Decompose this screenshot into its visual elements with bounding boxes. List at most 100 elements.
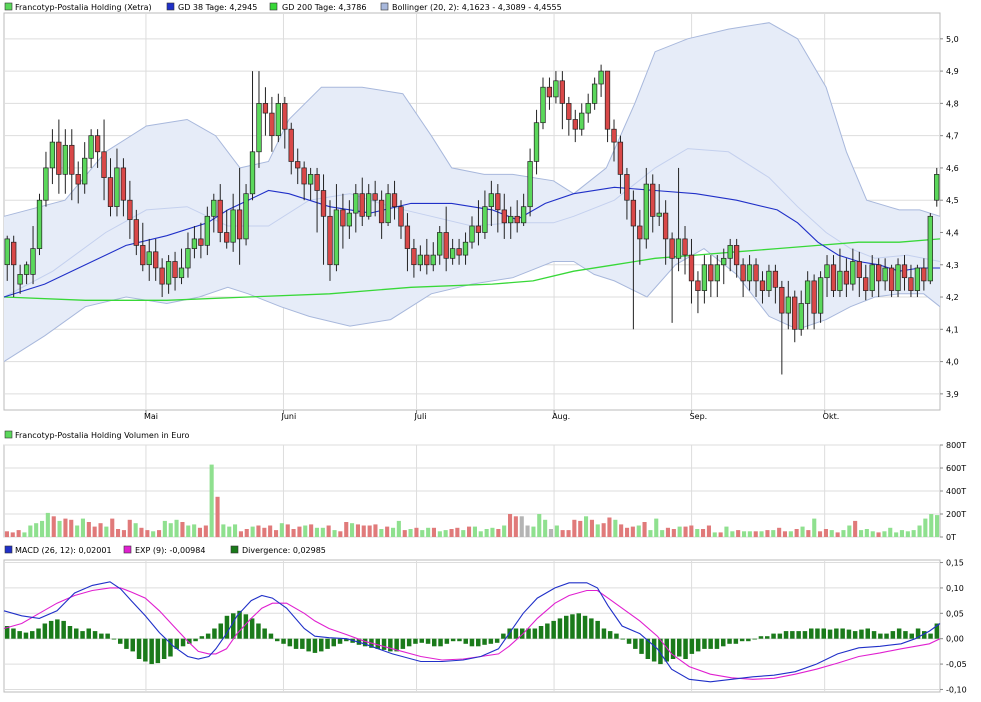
- candle-body: [127, 199, 133, 220]
- volume-bar: [525, 525, 530, 537]
- candle-body: [753, 264, 759, 282]
- candle-body: [572, 119, 578, 130]
- volume-bar: [92, 526, 97, 537]
- divergence-bar: [30, 631, 35, 639]
- price-legend-swatch-3: [380, 2, 389, 11]
- candle-body: [320, 190, 327, 217]
- volume-bar: [361, 525, 366, 537]
- volume-bar: [636, 525, 641, 537]
- divergence-bar: [758, 636, 764, 639]
- month-tick-label: Juni: [280, 412, 296, 421]
- divergence-bar: [262, 628, 267, 639]
- candle-body: [417, 254, 423, 266]
- candle-body: [882, 267, 888, 282]
- macd-y-tick-label: 0,05: [946, 609, 964, 618]
- divergence-bar: [111, 638, 117, 640]
- volume-bar: [782, 531, 787, 538]
- volume-bar: [326, 525, 331, 537]
- volume-bar: [771, 530, 776, 537]
- divergence-bar: [438, 638, 443, 647]
- divergence-bar: [513, 628, 519, 639]
- volume-bar: [899, 530, 904, 537]
- volume-bar: [110, 518, 115, 537]
- candle-body: [424, 254, 430, 266]
- volume-bar: [882, 531, 887, 538]
- volume-bar: [566, 530, 571, 537]
- candle-body: [611, 128, 617, 143]
- candle-body: [746, 264, 753, 282]
- divergence-bar: [55, 619, 60, 639]
- candle-body: [901, 264, 908, 279]
- candle-body: [385, 193, 391, 224]
- volume-bar: [876, 532, 881, 537]
- price-y-tick-label: 4,0: [946, 358, 959, 367]
- volume-bar: [168, 523, 173, 537]
- divergence-bar: [595, 620, 600, 639]
- volume-bar: [712, 532, 717, 537]
- volume-bar: [642, 522, 647, 537]
- volume-bar: [127, 519, 132, 538]
- candle-body: [333, 209, 340, 266]
- divergence-bar: [878, 633, 883, 639]
- volume-bar: [40, 520, 45, 537]
- divergence-bar: [388, 638, 393, 652]
- volume-bar: [51, 516, 56, 537]
- price-legend-label-1: GD 38 Tage: 4,2945: [178, 3, 257, 12]
- divergence-bar: [846, 629, 852, 639]
- divergence-bar: [155, 638, 161, 664]
- volume-bar: [414, 527, 419, 537]
- divergence-bar: [293, 638, 299, 649]
- volume-bar: [467, 526, 472, 537]
- price-legend-label-3: Bollinger (20, 2): 4,1623 - 4,3089 - 4,4…: [392, 3, 562, 12]
- candle-body: [637, 225, 643, 240]
- divergence-bar: [840, 628, 845, 639]
- macd-y-tick-label: -0,10: [946, 685, 967, 694]
- divergence-bar: [143, 638, 148, 662]
- volume-bar: [765, 530, 770, 537]
- candle-body: [217, 199, 223, 233]
- volume-bar: [250, 526, 255, 537]
- volume-bar: [718, 532, 723, 537]
- volume-bar: [186, 525, 191, 537]
- divergence-bar: [620, 638, 625, 640]
- volume-bar: [630, 526, 635, 537]
- divergence-bar: [256, 623, 261, 639]
- divergence-bar: [633, 638, 638, 649]
- volume-bar: [75, 525, 80, 537]
- price-y-tick-label: 4,1: [946, 325, 959, 334]
- candle-body: [159, 267, 165, 285]
- volume-bar: [531, 526, 536, 537]
- divergence-bar: [689, 638, 695, 654]
- candle-body: [101, 151, 107, 178]
- volume-bar: [98, 523, 103, 537]
- volume-bar: [279, 523, 284, 537]
- divergence-bar: [827, 629, 833, 639]
- divergence-bar: [375, 638, 380, 649]
- divergence-bar: [42, 623, 48, 639]
- volume-bar: [742, 531, 747, 538]
- volume-bar: [548, 529, 553, 537]
- candle-body: [404, 225, 411, 249]
- stock-chart: 3,9 4,0 4,1 4,2 4,3 4,4 4,5 4,6 4,7 4,8 4,9 5,0 Mai…: [3, 2, 967, 694]
- candle-body: [140, 245, 146, 266]
- divergence-bar: [746, 638, 751, 642]
- candle-body: [553, 80, 559, 98]
- candle-body: [927, 215, 933, 282]
- volume-bar: [221, 524, 226, 537]
- candle-body: [120, 167, 127, 201]
- macd-legend-label-1: EXP (9): -0,00984: [135, 546, 205, 555]
- candle-body: [850, 261, 856, 285]
- divergence-bar: [231, 613, 236, 639]
- volume-bar: [80, 518, 85, 537]
- volume-bar: [133, 523, 138, 537]
- divergence-bar: [564, 615, 569, 639]
- volume-bar: [560, 530, 565, 537]
- candle-body: [488, 193, 494, 207]
- volume-bar: [197, 527, 202, 537]
- volume-bar: [806, 530, 811, 537]
- candle-body: [133, 219, 139, 246]
- volume-bar: [227, 526, 232, 537]
- candle-body: [540, 86, 546, 124]
- candle-body: [701, 264, 708, 291]
- divergence-bar: [406, 638, 412, 647]
